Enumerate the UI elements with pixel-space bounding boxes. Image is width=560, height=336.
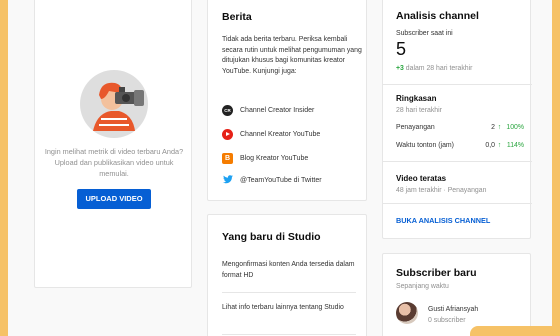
upload-video-card: Ingin melihat metrik di video terbaru An… bbox=[34, 0, 192, 288]
metric-row-watch-time: Waktu tonton (jam) 0,0 ↑ 114% bbox=[396, 142, 524, 149]
studio-card-title: Yang baru di Studio bbox=[222, 231, 321, 243]
metric-label: Penayangan bbox=[396, 124, 435, 131]
metric-percent: 114% bbox=[506, 142, 524, 149]
creator-insider-icon: CR bbox=[222, 104, 233, 116]
recent-subscribers-period: Sepanjang waktu bbox=[396, 283, 449, 290]
upload-prompt-text: Ingin melihat metrik di video terbaru An… bbox=[44, 147, 184, 178]
divider bbox=[383, 203, 532, 204]
metric-label: Waktu tonton (jam) bbox=[396, 142, 454, 149]
current-subscribers-count: 5 bbox=[396, 39, 407, 59]
upload-video-button[interactable]: UPLOAD VIDEO bbox=[77, 189, 151, 209]
divider bbox=[222, 292, 356, 293]
news-link-label: Channel Creator Insider bbox=[240, 106, 315, 114]
metric-row-views: Penayangan 2 ↑ 100% bbox=[396, 124, 524, 131]
avatar[interactable] bbox=[396, 302, 418, 324]
divider bbox=[383, 161, 532, 162]
top-videos-subtitle: 48 jam terakhir · Penayangan bbox=[396, 187, 487, 194]
recent-subscribers-title: Subscriber baru bbox=[396, 267, 477, 279]
youtube-icon bbox=[222, 128, 233, 140]
metric-value: 0,0 bbox=[485, 142, 495, 149]
studio-news-item[interactable]: Mengonfirmasi konten Anda tersedia dalam… bbox=[222, 259, 356, 281]
subscriber-change: +3 dalam 28 hari terakhir bbox=[396, 65, 472, 72]
divider bbox=[222, 334, 356, 335]
news-description: Tidak ada berita terbaru. Periksa kembal… bbox=[222, 36, 362, 75]
news-link-label: Channel Kreator YouTube bbox=[240, 130, 321, 138]
whats-new-studio-card: Yang baru di Studio Mengonfirmasi konten… bbox=[207, 214, 367, 336]
studio-news-item[interactable]: Lihat info terbaru lainnya tentang Studi… bbox=[222, 302, 356, 313]
bottom-corner-band bbox=[470, 326, 560, 336]
current-subscribers-label: Subscriber saat ini bbox=[396, 30, 453, 37]
channel-analytics-card: Analisis channel Subscriber saat ini 5 +… bbox=[382, 0, 532, 239]
open-channel-analytics-link[interactable]: BUKA ANALISIS CHANNEL bbox=[396, 216, 490, 225]
news-link-twitter[interactable]: @TeamYouTube di Twitter bbox=[222, 174, 322, 186]
news-link-creator-blog[interactable]: Blog Kreator YouTube bbox=[222, 152, 308, 164]
analytics-title: Analisis channel bbox=[396, 10, 479, 22]
metric-percent: 100% bbox=[506, 124, 524, 131]
subscriber-name[interactable]: Gusti Afriansyah bbox=[428, 306, 478, 313]
divider bbox=[383, 84, 532, 85]
news-card: Berita Tidak ada berita terbaru. Periksa… bbox=[207, 0, 367, 201]
arrow-up-icon: ↑ bbox=[497, 124, 502, 131]
arrow-up-icon: ↑ bbox=[497, 142, 502, 149]
subscriber-change-period: dalam 28 hari terakhir bbox=[405, 65, 473, 72]
twitter-icon bbox=[222, 174, 233, 186]
recent-subscribers-card: Subscriber baru Sepanjang waktu Gusti Af… bbox=[382, 253, 531, 336]
summary-period: 28 hari terakhir bbox=[396, 107, 442, 114]
news-link-label: Blog Kreator YouTube bbox=[240, 154, 309, 162]
subscriber-count: 0 subscriber bbox=[428, 317, 466, 324]
summary-title: Ringkasan bbox=[396, 94, 437, 103]
metric-value: 2 bbox=[491, 124, 495, 131]
left-edge-band bbox=[0, 0, 8, 336]
blogger-icon bbox=[222, 152, 233, 164]
news-link-label: @TeamYouTube di Twitter bbox=[240, 176, 322, 184]
news-title: Berita bbox=[222, 11, 252, 23]
creator-camera-illustration bbox=[80, 70, 148, 138]
top-videos-title: Video teratas bbox=[396, 174, 447, 183]
news-link-creator-insider[interactable]: CR Channel Creator Insider bbox=[222, 104, 314, 116]
subscriber-change-value: +3 bbox=[396, 65, 404, 72]
right-edge-band bbox=[552, 0, 560, 336]
news-link-youtube-creators[interactable]: Channel Kreator YouTube bbox=[222, 128, 320, 140]
